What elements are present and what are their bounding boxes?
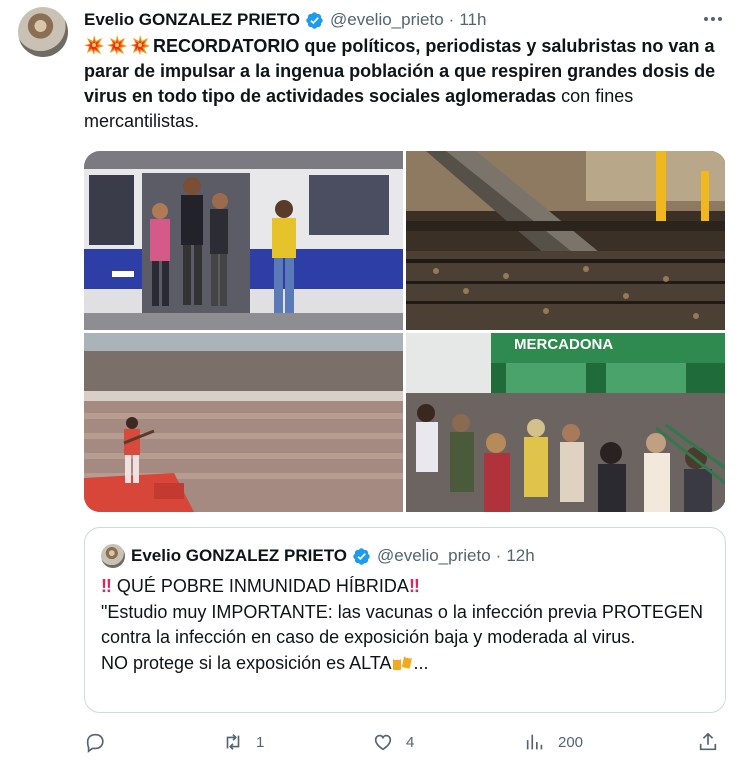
share-button[interactable] [697,728,719,756]
views-button[interactable]: 200 [524,728,583,756]
quote-ellipsis: ... [413,652,429,673]
quote-line-1: QUÉ POBRE INMUNIDAD HÍBRIDA [116,576,409,596]
verified-badge-icon [353,547,370,565]
separator-dot: · [448,10,455,29]
separator-dot: · [495,546,502,565]
heart-icon [374,734,392,751]
retweet-icon [226,734,240,750]
quoted-tweet-header: Evelio GONZALEZ PRIETO @evelio_prieto · … [101,544,535,568]
tweet-time[interactable]: 11h [459,10,486,30]
quote-line-2: "Estudio muy IMPORTANTE: las vacunas o l… [101,601,703,648]
reply-button[interactable] [84,728,118,756]
action-bar: 1 4 200 [84,728,726,756]
clinking-beer-mugs-icon [393,653,413,670]
like-count: 4 [406,733,415,751]
quoted-author-handle: @evelio_prieto [377,546,491,565]
analytics-icon [526,734,543,750]
quoted-tweet[interactable]: Evelio GONZALEZ PRIETO @evelio_prieto · … [84,527,726,713]
retweet-button[interactable]: 1 [222,728,264,756]
photo-concert-crowd[interactable] [84,333,403,512]
double-exclamation-icon: ‼ [101,576,112,596]
reply-icon [86,733,104,753]
media-grid[interactable]: MERCADONA [84,151,726,512]
author-handle[interactable]: @evelio_prieto [330,10,444,30]
quoted-tweet-text: ‼ QUÉ POBRE INMUNIDAD HÍBRIDA‼ "Estudio m… [101,574,713,676]
tweet[interactable]: Evelio GONZALEZ PRIETO @evelio_prieto · … [0,0,752,762]
more-options-icon[interactable] [702,8,724,30]
store-sign: MERCADONA [514,336,613,353]
view-count: 200 [558,733,584,751]
retweet-count: 1 [256,733,265,751]
tweet-header: Evelio GONZALEZ PRIETO @evelio_prieto · … [84,8,486,32]
like-button[interactable]: 4 [372,728,414,756]
author-name[interactable]: Evelio GONZALEZ PRIETO [84,10,300,30]
quote-line-3: NO protege si la exposición es ALTA [101,652,392,673]
photo-shopping-mall[interactable] [406,151,725,330]
quoted-author-name: Evelio GONZALEZ PRIETO [131,546,347,565]
quoted-tweet-time: 12h [506,546,535,565]
share-icon [699,732,717,751]
quoted-avatar [101,544,125,568]
collision-emoji-icon [107,35,127,55]
photo-metro[interactable] [84,151,403,330]
avatar[interactable] [18,7,68,57]
photo-mercadona-queue[interactable]: MERCADONA [406,333,725,512]
verified-badge-icon [306,11,323,29]
tweet-text: RECORDATORIO que políticos, periodistas … [84,34,729,134]
collision-emoji-icon [130,35,150,55]
collision-emoji-icon [84,35,104,55]
double-exclamation-icon: ‼ [408,576,420,596]
